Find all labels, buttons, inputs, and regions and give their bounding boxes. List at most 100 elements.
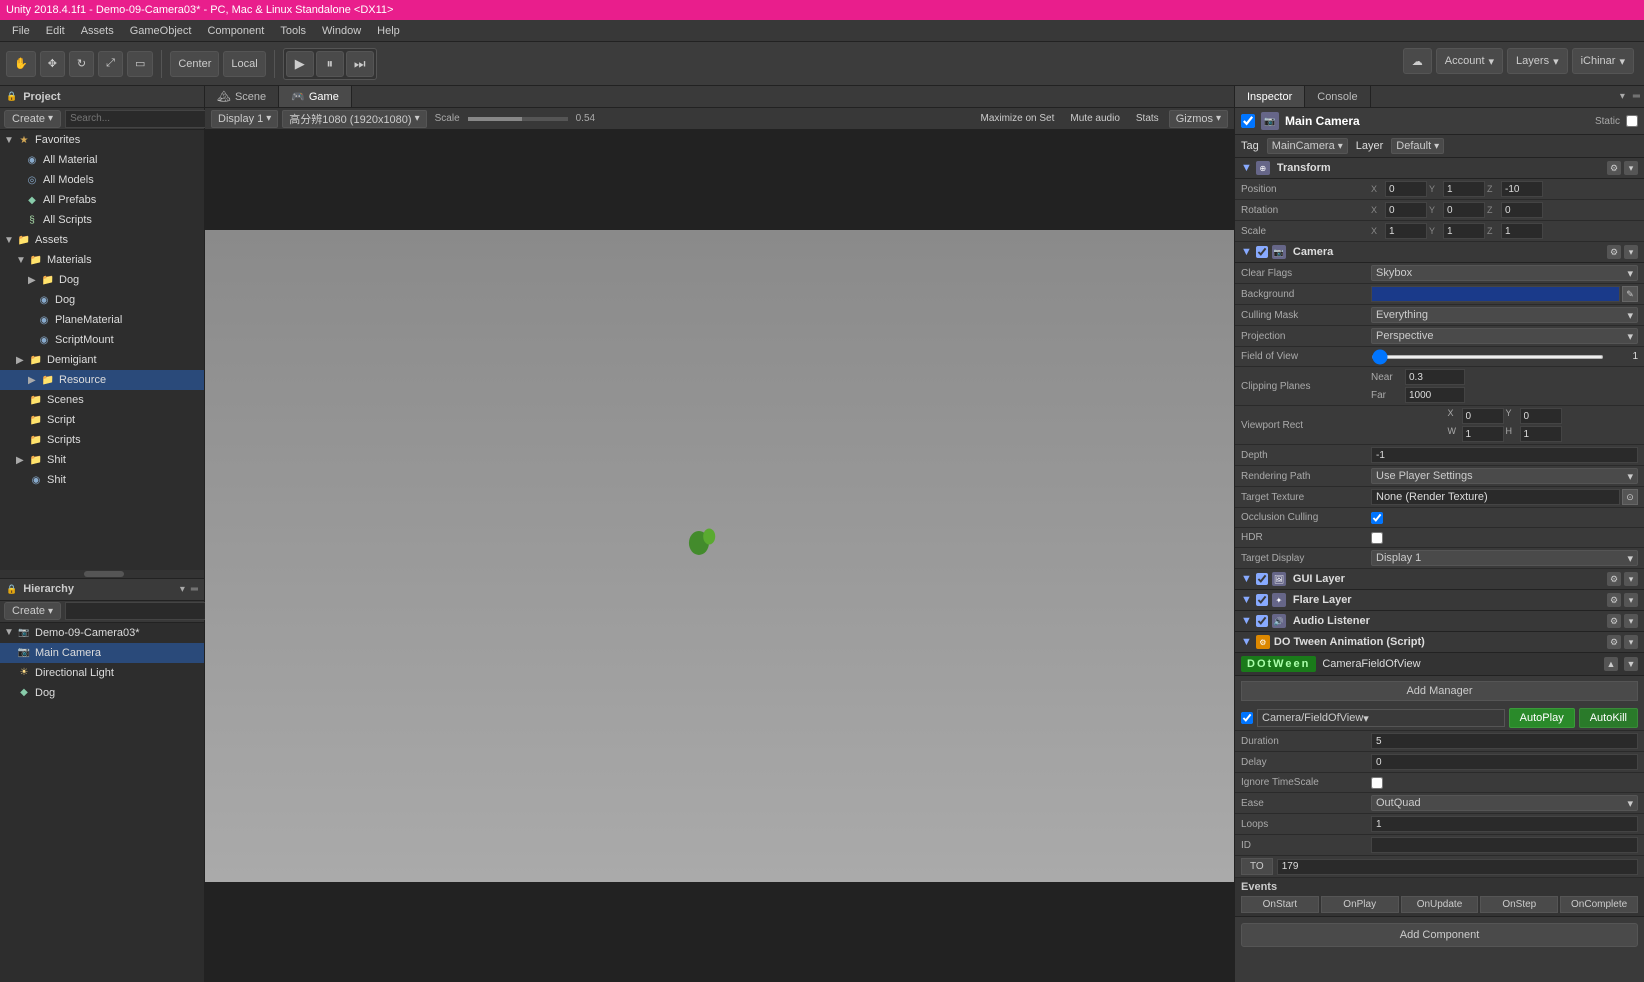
scene-root[interactable]: ▼ 📷 Demo-09-Camera03* (0, 623, 204, 643)
on-complete-btn[interactable]: OnComplete (1560, 896, 1638, 913)
audio-listener-settings-icon[interactable]: ⚙ (1607, 614, 1621, 628)
gui-layer-header[interactable]: ▼ 🖼 GUI Layer ⚙ ▾ (1235, 569, 1644, 590)
gui-layer-enabled[interactable] (1256, 573, 1268, 585)
background-picker-btn[interactable]: ✎ (1622, 286, 1638, 302)
ease-dropdown[interactable]: OutQuad ▾ (1371, 795, 1638, 811)
transform-header[interactable]: ▼ ⊕ Transform ⚙ ▾ (1235, 158, 1644, 179)
hierarchy-header[interactable]: 🔒 Hierarchy ▾ ═ (0, 579, 204, 601)
game-tab[interactable]: 🎮 Game (279, 86, 352, 107)
ignore-timescale-checkbox[interactable] (1371, 777, 1383, 789)
to-button[interactable]: TO (1241, 858, 1273, 875)
projection-dropdown[interactable]: Perspective ▾ (1371, 328, 1638, 344)
scrollbar-thumb[interactable] (84, 571, 124, 577)
demigiant-folder[interactable]: ▶ 📁 Demigiant (0, 350, 204, 370)
play-button[interactable]: ▶ (286, 51, 314, 77)
resolution-dropdown[interactable]: 高分辨1080 (1920x1080) ▾ (282, 110, 426, 128)
project-create-btn[interactable]: Create ▾ (4, 110, 61, 128)
transform-menu-icon[interactable]: ▾ (1624, 161, 1638, 175)
camera-header[interactable]: ▼ 📷 Camera ⚙ ▾ (1235, 242, 1644, 263)
layout-dropdown[interactable]: iChinar ▾ (1572, 48, 1634, 74)
target-texture-picker[interactable]: ⊙ (1622, 489, 1638, 505)
account-dropdown[interactable]: Account ▾ (1436, 48, 1503, 74)
autoplay-checkbox[interactable] (1241, 712, 1253, 724)
gui-layer-settings-icon[interactable]: ⚙ (1607, 572, 1621, 586)
audio-listener-menu-icon[interactable]: ▾ (1624, 614, 1638, 628)
rotate-tool[interactable]: ↻ (69, 51, 94, 77)
favorites-group[interactable]: ▼ ★ Favorites (0, 130, 204, 150)
scenes-folder[interactable]: 📁 Scenes (0, 390, 204, 410)
layer-dropdown[interactable]: Default ▾ (1391, 138, 1444, 154)
inspector-collapse-btn[interactable]: ▾ (1616, 86, 1629, 107)
rotation-y[interactable] (1443, 202, 1485, 218)
shit-folder[interactable]: ▶ 📁 Shit (0, 450, 204, 470)
flare-layer-menu-icon[interactable]: ▾ (1624, 593, 1638, 607)
hierarchy-collapse-btn[interactable]: ▾ (180, 584, 185, 595)
scene-tab[interactable]: 🏔 Scene (205, 86, 279, 107)
position-z[interactable] (1501, 181, 1543, 197)
delay-input[interactable] (1371, 754, 1638, 770)
all-models-item[interactable]: ◎ All Models (0, 170, 204, 190)
layers-dropdown[interactable]: Layers ▾ (1507, 48, 1568, 74)
id-input[interactable] (1371, 837, 1638, 853)
rotation-z[interactable] (1501, 202, 1543, 218)
resource-folder[interactable]: ▶ 📁 Resource (0, 370, 204, 390)
center-button[interactable]: Center (170, 51, 219, 77)
project-header[interactable]: 🔒 Project (0, 86, 204, 108)
move-tool[interactable]: ✥ (40, 51, 65, 77)
display-dropdown[interactable]: Display 1 ▾ (211, 110, 278, 128)
inspector-tab[interactable]: Inspector (1235, 86, 1305, 107)
audio-listener-header[interactable]: ▼ 🔊 Audio Listener ⚙ ▾ (1235, 611, 1644, 632)
object-enabled-checkbox[interactable] (1241, 114, 1255, 128)
menu-component[interactable]: Component (199, 23, 272, 39)
assets-group[interactable]: ▼ 📁 Assets (0, 230, 204, 250)
step-button[interactable]: ⏭ (346, 51, 374, 77)
gui-layer-menu-icon[interactable]: ▾ (1624, 572, 1638, 586)
dog-item[interactable]: ◆ Dog (0, 683, 204, 703)
menu-assets[interactable]: Assets (73, 23, 122, 39)
scale-x[interactable] (1385, 223, 1427, 239)
hand-tool[interactable]: ✋ (6, 51, 36, 77)
main-camera-item[interactable]: 📷 Main Camera (0, 643, 204, 663)
depth-input[interactable] (1371, 447, 1638, 463)
dotween-arrow-up[interactable]: ▲ (1604, 657, 1618, 671)
directional-light-item[interactable]: ☀ Directional Light (0, 663, 204, 683)
rendering-path-dropdown[interactable]: Use Player Settings ▾ (1371, 468, 1638, 484)
menu-gameobject[interactable]: GameObject (122, 23, 200, 39)
menu-help[interactable]: Help (369, 23, 408, 39)
shit-material[interactable]: ◉ Shit (0, 470, 204, 490)
project-scrollbar[interactable] (0, 570, 204, 578)
tag-dropdown[interactable]: MainCamera ▾ (1267, 138, 1348, 154)
background-color[interactable] (1371, 286, 1620, 302)
camera-settings-icon[interactable]: ⚙ (1607, 245, 1621, 259)
camera-menu-icon[interactable]: ▾ (1624, 245, 1638, 259)
all-scripts-item[interactable]: § All Scripts (0, 210, 204, 230)
dotween-header[interactable]: ▼ ⚙ DO Tween Animation (Script) ⚙ ▾ (1235, 632, 1644, 653)
on-play-btn[interactable]: OnPlay (1321, 896, 1399, 913)
dog-material[interactable]: ◉ Dog (0, 290, 204, 310)
audio-listener-enabled[interactable] (1256, 615, 1268, 627)
hdr-checkbox[interactable] (1371, 532, 1383, 544)
camera-enabled[interactable] (1256, 246, 1268, 258)
rotation-x[interactable] (1385, 202, 1427, 218)
viewport-y[interactable] (1520, 408, 1562, 424)
plane-material[interactable]: ◉ PlaneMaterial (0, 310, 204, 330)
viewport-x[interactable] (1462, 408, 1504, 424)
near-input[interactable] (1405, 369, 1465, 385)
menu-window[interactable]: Window (314, 23, 369, 39)
console-tab[interactable]: Console (1305, 86, 1370, 107)
target-display-dropdown[interactable]: Display 1 ▾ (1371, 550, 1638, 566)
clear-flags-dropdown[interactable]: Skybox ▾ (1371, 265, 1638, 281)
dotween-menu-icon[interactable]: ▾ (1624, 635, 1638, 649)
viewport-w[interactable] (1462, 426, 1504, 442)
on-step-btn[interactable]: OnStep (1480, 896, 1558, 913)
cloud-button[interactable]: ☁ (1403, 48, 1432, 74)
mute-btn[interactable]: Mute audio (1064, 112, 1125, 125)
menu-tools[interactable]: Tools (272, 23, 314, 39)
dog-folder[interactable]: ▶ 📁 Dog (0, 270, 204, 290)
on-update-btn[interactable]: OnUpdate (1401, 896, 1479, 913)
all-prefabs-item[interactable]: ◆ All Prefabs (0, 190, 204, 210)
scale-y[interactable] (1443, 223, 1485, 239)
static-checkbox[interactable] (1626, 115, 1638, 127)
viewport-h[interactable] (1520, 426, 1562, 442)
scripts-folder[interactable]: 📁 Scripts (0, 430, 204, 450)
